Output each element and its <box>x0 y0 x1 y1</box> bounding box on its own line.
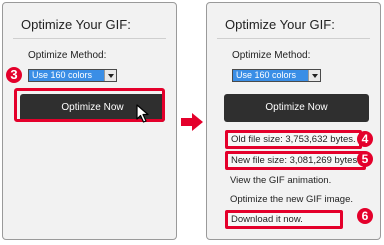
panel-title: Optimize Your GIF: <box>21 17 131 32</box>
step-badge-4: 4 <box>357 131 373 147</box>
right-panel: Optimize Your GIF: Optimize Method: Use … <box>206 2 381 240</box>
panel-title: Optimize Your GIF: <box>225 17 335 32</box>
optimize-now-button[interactable]: Optimize Now <box>224 94 369 122</box>
dropdown-arrow-icon[interactable] <box>104 70 116 81</box>
step-badge-3: 3 <box>6 67 22 83</box>
right-arrow-icon <box>181 113 203 131</box>
view-gif-animation-link[interactable]: View the GIF animation. <box>230 175 331 186</box>
step-badge-5: 5 <box>357 151 373 167</box>
dropdown-arrow-icon[interactable] <box>308 70 320 81</box>
optimize-new-gif-link[interactable]: Optimize the new GIF image. <box>230 194 353 205</box>
optimize-method-label: Optimize Method: <box>232 50 311 61</box>
divider <box>13 38 166 39</box>
new-file-size-text: New file size: 3,081,269 bytes. <box>225 151 366 170</box>
select-value: Use 160 colors <box>233 70 308 81</box>
optimize-method-label: Optimize Method: <box>28 50 107 61</box>
download-now-link[interactable]: Download it now. <box>225 210 343 229</box>
old-file-size-text: Old file size: 3,753,632 bytes. <box>225 130 362 149</box>
mouse-cursor-icon <box>136 104 149 123</box>
select-value: Use 160 colors <box>29 70 104 81</box>
optimize-method-select[interactable]: Use 160 colors <box>232 69 321 82</box>
divider <box>217 38 370 39</box>
optimize-method-select[interactable]: Use 160 colors <box>28 69 117 82</box>
step-badge-6: 6 <box>357 208 373 224</box>
